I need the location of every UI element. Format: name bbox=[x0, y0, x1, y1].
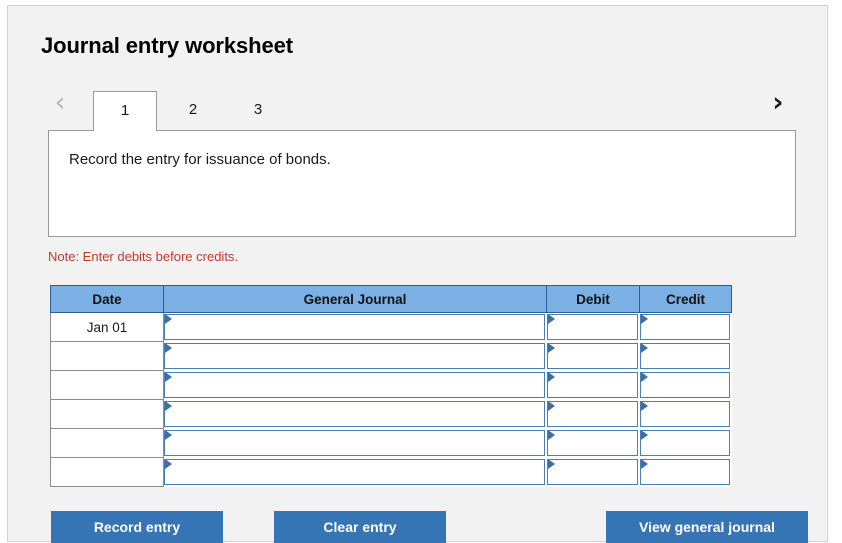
general-journal-cell[interactable] bbox=[163, 341, 547, 371]
debit-cell[interactable] bbox=[546, 457, 640, 487]
general-journal-cell[interactable] bbox=[163, 428, 547, 458]
date-cell[interactable] bbox=[50, 341, 164, 371]
debit-cell[interactable] bbox=[546, 341, 640, 371]
dropdown-triangle-icon bbox=[641, 314, 648, 324]
page-title: Journal entry worksheet bbox=[41, 33, 294, 58]
dropdown-triangle-icon bbox=[165, 343, 172, 353]
credit-input[interactable] bbox=[640, 430, 730, 456]
credit-input[interactable] bbox=[640, 401, 730, 427]
debit-input[interactable] bbox=[547, 430, 638, 456]
dropdown-triangle-icon bbox=[641, 430, 648, 440]
column-header-date: Date bbox=[50, 285, 164, 313]
note-text: Note: Enter debits before credits. bbox=[48, 249, 239, 264]
tab-strip: ‹ 1 2 3 › bbox=[41, 76, 796, 131]
debit-input[interactable] bbox=[547, 459, 638, 485]
table-row bbox=[50, 341, 732, 371]
dropdown-triangle-icon bbox=[548, 430, 555, 440]
next-tab-chevron-icon[interactable]: › bbox=[765, 86, 791, 120]
credit-input[interactable] bbox=[640, 314, 730, 340]
debit-cell[interactable] bbox=[546, 370, 640, 400]
credit-cell[interactable] bbox=[639, 312, 732, 342]
general-journal-input[interactable] bbox=[164, 372, 545, 398]
credit-cell[interactable] bbox=[639, 457, 732, 487]
credit-cell[interactable] bbox=[639, 428, 732, 458]
debit-cell[interactable] bbox=[546, 428, 640, 458]
journal-entry-table: Date General Journal Debit Credit Jan 01 bbox=[50, 285, 732, 487]
table-row bbox=[50, 457, 732, 487]
credit-input[interactable] bbox=[640, 343, 730, 369]
record-entry-button[interactable]: Record entry bbox=[51, 511, 223, 543]
general-journal-input[interactable] bbox=[164, 430, 545, 456]
dropdown-triangle-icon bbox=[165, 372, 172, 382]
date-cell[interactable]: Jan 01 bbox=[50, 312, 164, 342]
date-cell[interactable] bbox=[50, 457, 164, 487]
dropdown-triangle-icon bbox=[641, 459, 648, 469]
tab-2[interactable]: 2 bbox=[168, 91, 218, 131]
prompt-box: Record the entry for issuance of bonds. bbox=[48, 130, 796, 237]
view-general-journal-button[interactable]: View general journal bbox=[606, 511, 808, 543]
column-header-debit: Debit bbox=[546, 285, 640, 313]
column-header-credit: Credit bbox=[639, 285, 732, 313]
journal-entry-worksheet-panel: Journal entry worksheet ‹ 1 2 3 › Record… bbox=[7, 5, 828, 543]
credit-input[interactable] bbox=[640, 372, 730, 398]
previous-tab-chevron-icon[interactable]: ‹ bbox=[47, 86, 73, 120]
column-header-general-journal: General Journal bbox=[163, 285, 547, 313]
credit-cell[interactable] bbox=[639, 399, 732, 429]
dropdown-triangle-icon bbox=[165, 314, 172, 324]
table-row bbox=[50, 399, 732, 429]
general-journal-cell[interactable] bbox=[163, 457, 547, 487]
general-journal-cell[interactable] bbox=[163, 312, 547, 342]
table-row bbox=[50, 370, 732, 400]
date-cell[interactable] bbox=[50, 370, 164, 400]
dropdown-triangle-icon bbox=[165, 430, 172, 440]
table-row: Jan 01 bbox=[50, 312, 732, 342]
general-journal-input[interactable] bbox=[164, 459, 545, 485]
dropdown-triangle-icon bbox=[548, 401, 555, 411]
dropdown-triangle-icon bbox=[641, 343, 648, 353]
debit-input[interactable] bbox=[547, 314, 638, 340]
dropdown-triangle-icon bbox=[548, 314, 555, 324]
date-cell[interactable] bbox=[50, 399, 164, 429]
dropdown-triangle-icon bbox=[641, 401, 648, 411]
credit-cell[interactable] bbox=[639, 341, 732, 371]
debit-cell[interactable] bbox=[546, 399, 640, 429]
tab-3[interactable]: 3 bbox=[233, 91, 283, 131]
credit-cell[interactable] bbox=[639, 370, 732, 400]
general-journal-input[interactable] bbox=[164, 314, 545, 340]
debit-input[interactable] bbox=[547, 343, 638, 369]
dropdown-triangle-icon bbox=[165, 459, 172, 469]
general-journal-input[interactable] bbox=[164, 343, 545, 369]
general-journal-cell[interactable] bbox=[163, 399, 547, 429]
credit-input[interactable] bbox=[640, 459, 730, 485]
dropdown-triangle-icon bbox=[548, 343, 555, 353]
table-header-row: Date General Journal Debit Credit bbox=[50, 285, 732, 313]
debit-cell[interactable] bbox=[546, 312, 640, 342]
table-row bbox=[50, 428, 732, 458]
clear-entry-button[interactable]: Clear entry bbox=[274, 511, 446, 543]
dropdown-triangle-icon bbox=[548, 459, 555, 469]
dropdown-triangle-icon bbox=[548, 372, 555, 382]
debit-input[interactable] bbox=[547, 401, 638, 427]
dropdown-triangle-icon bbox=[165, 401, 172, 411]
date-cell[interactable] bbox=[50, 428, 164, 458]
debit-input[interactable] bbox=[547, 372, 638, 398]
general-journal-cell[interactable] bbox=[163, 370, 547, 400]
prompt-text: Record the entry for issuance of bonds. bbox=[69, 151, 331, 168]
general-journal-input[interactable] bbox=[164, 401, 545, 427]
tab-1[interactable]: 1 bbox=[93, 91, 157, 131]
dropdown-triangle-icon bbox=[641, 372, 648, 382]
